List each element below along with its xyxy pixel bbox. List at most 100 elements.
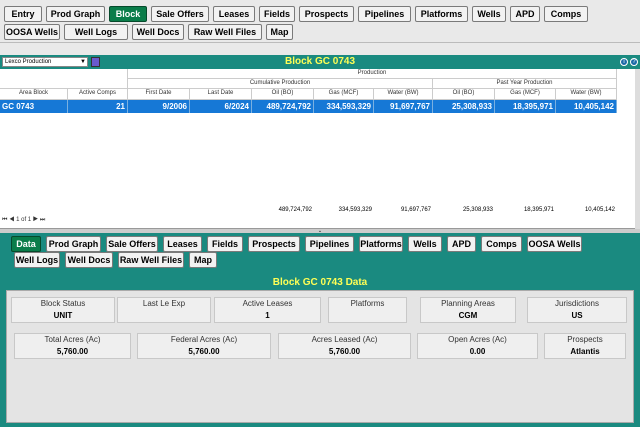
field-value: 0.00 — [469, 347, 486, 356]
total-py-water: 10,405,142 — [584, 207, 615, 213]
col-header-last-date[interactable]: Last Date — [190, 89, 252, 100]
field-open-acres: Open Acres (Ac) 0.00 — [417, 333, 538, 359]
total-gas: 334,593,329 — [338, 207, 372, 213]
sub-prospects-button[interactable]: Prospects — [248, 236, 300, 252]
total-water: 91,697,767 — [400, 207, 431, 213]
pager[interactable]: ⏮ ◀ 1 of 1 ▶ ⏭ — [2, 217, 45, 224]
cell-py-gas: 18,395,971 — [495, 100, 556, 113]
col-header-py-gas[interactable]: Gas (MCF) — [495, 89, 556, 100]
field-label: Federal Acres (Ac) — [170, 335, 238, 344]
col-header-first-date[interactable]: First Date — [128, 89, 190, 100]
field-label: Open Acres (Ac) — [448, 335, 507, 344]
help-icon[interactable]: ? — [630, 58, 638, 66]
table-row[interactable]: GC 0743 21 9/2006 6/2024 489,724,792 334… — [0, 100, 617, 113]
cell-oil: 489,724,792 — [252, 100, 314, 113]
nav-pipelines-button[interactable]: Pipelines — [358, 6, 411, 22]
sub-well-logs-button[interactable]: Well Logs — [14, 252, 60, 268]
col-header-water[interactable]: Water (BW) — [374, 89, 433, 100]
nav-apd-button[interactable]: APD — [510, 6, 540, 22]
col-header-gas[interactable]: Gas (MCF) — [314, 89, 374, 100]
col-header-py-water[interactable]: Water (BW) — [556, 89, 617, 100]
nav-well-logs-button[interactable]: Well Logs — [64, 24, 128, 40]
header-group-production: Production — [128, 69, 617, 79]
nav-prod-graph-button[interactable]: Prod Graph — [46, 6, 105, 22]
pager-text: 1 of 1 — [16, 217, 32, 223]
field-prospects: Prospects Atlantis — [544, 333, 626, 359]
field-value: US — [571, 311, 583, 320]
field-planning-areas: Planning Areas CGM — [420, 297, 516, 323]
total-oil: 489,724,792 — [278, 207, 312, 213]
grid-toolbar: Block GC 0743 Lexco Production ▼ i ? — [0, 55, 640, 69]
field-label: Platforms — [350, 299, 385, 308]
field-active-leases: Active Leases 1 — [214, 297, 321, 323]
total-py-gas: 18,395,971 — [523, 207, 554, 213]
nav-wells-button[interactable]: Wells — [472, 6, 506, 22]
chevron-down-icon: ▼ — [80, 59, 86, 65]
field-federal-acres: Federal Acres (Ac) 5,760.00 — [137, 333, 271, 359]
nav-fields-button[interactable]: Fields — [259, 6, 295, 22]
sub-platforms-button[interactable]: Platforms — [359, 236, 403, 252]
field-label: Planning Areas — [441, 299, 495, 308]
cell-last-date: 6/2024 — [190, 100, 252, 113]
sub-leases-button[interactable]: Leases — [163, 236, 202, 252]
vertical-scrollbar[interactable] — [635, 69, 640, 229]
pager-prev-icon[interactable]: ◀ — [9, 217, 14, 223]
nav-leases-button[interactable]: Leases — [213, 6, 255, 22]
pager-first-icon[interactable]: ⏮ — [2, 217, 7, 223]
nav-well-docs-button[interactable]: Well Docs — [132, 24, 184, 40]
nav-sale-offers-button[interactable]: Sale Offers — [151, 6, 209, 22]
col-header-py-oil[interactable]: Oil (BO) — [433, 89, 495, 100]
field-value: CGM — [458, 311, 478, 320]
col-header-oil[interactable]: Oil (BO) — [252, 89, 314, 100]
header-group-past-year: Past Year Production — [433, 79, 617, 89]
sub-prod-graph-button[interactable]: Prod Graph — [46, 236, 101, 252]
field-value: 1 — [265, 311, 270, 320]
field-label: Active Leases — [242, 299, 293, 308]
nav-entry-button[interactable]: Entry — [4, 6, 42, 22]
field-value: UNIT — [53, 311, 73, 320]
sub-well-docs-button[interactable]: Well Docs — [65, 252, 113, 268]
sub-fields-button[interactable]: Fields — [207, 236, 243, 252]
sub-apd-button[interactable]: APD — [447, 236, 476, 252]
sub-oosa-wells-button[interactable]: OOSA Wells — [527, 236, 582, 252]
field-total-acres: Total Acres (Ac) 5,760.00 — [14, 333, 131, 359]
field-platforms: Platforms — [328, 297, 407, 323]
nav-prospects-button[interactable]: Prospects — [299, 6, 354, 22]
pager-last-icon[interactable]: ⏭ — [40, 217, 45, 223]
nav-platforms-button[interactable]: Platforms — [415, 6, 468, 22]
cell-first-date: 9/2006 — [128, 100, 190, 113]
layout-dropdown-value: Lexco Production — [5, 59, 52, 65]
data-section: Data Prod Graph Sale Offers Leases Field… — [0, 233, 640, 427]
nav-block-button[interactable]: Block — [109, 6, 147, 22]
total-py-oil: 25,308,933 — [462, 207, 493, 213]
col-header-area-block[interactable]: Area Block — [0, 89, 68, 100]
layout-dropdown[interactable]: Lexco Production ▼ — [2, 57, 88, 67]
header-group-cumulative: Cumulative Production — [128, 79, 433, 89]
sub-raw-well-files-button[interactable]: Raw Well Files — [118, 252, 184, 268]
field-label: Jurisdictions — [554, 299, 599, 308]
nav-map-button[interactable]: Map — [266, 24, 293, 40]
sub-data-button[interactable]: Data — [11, 236, 41, 252]
nav-comps-button[interactable]: Comps — [544, 6, 588, 22]
cell-water: 91,697,767 — [374, 100, 433, 113]
cell-py-water: 10,405,142 — [556, 100, 617, 113]
sub-wells-button[interactable]: Wells — [408, 236, 442, 252]
cell-py-oil: 25,308,933 — [433, 100, 495, 113]
field-block-status: Block Status UNIT — [11, 297, 115, 323]
field-last-le-exp: Last Le Exp — [117, 297, 211, 323]
sub-comps-button[interactable]: Comps — [481, 236, 522, 252]
sub-sale-offers-button[interactable]: Sale Offers — [106, 236, 158, 252]
production-grid: Production Cumulative Production Past Ye… — [0, 69, 640, 229]
info-icon[interactable]: i — [620, 58, 628, 66]
nav-raw-well-files-button[interactable]: Raw Well Files — [188, 24, 262, 40]
sub-pipelines-button[interactable]: Pipelines — [305, 236, 354, 252]
save-icon[interactable] — [91, 57, 100, 67]
nav-oosa-wells-button[interactable]: OOSA Wells — [4, 24, 60, 40]
sub-map-button[interactable]: Map — [189, 252, 217, 268]
field-value: 5,760.00 — [328, 347, 361, 356]
cell-area-block: GC 0743 — [0, 100, 68, 113]
col-header-active-comps[interactable]: Active Comps — [68, 89, 128, 100]
top-nav-bar: Entry Prod Graph Block Sale Offers Lease… — [0, 0, 640, 43]
field-label: Block Status — [40, 299, 86, 308]
pager-next-icon[interactable]: ▶ — [33, 217, 38, 223]
